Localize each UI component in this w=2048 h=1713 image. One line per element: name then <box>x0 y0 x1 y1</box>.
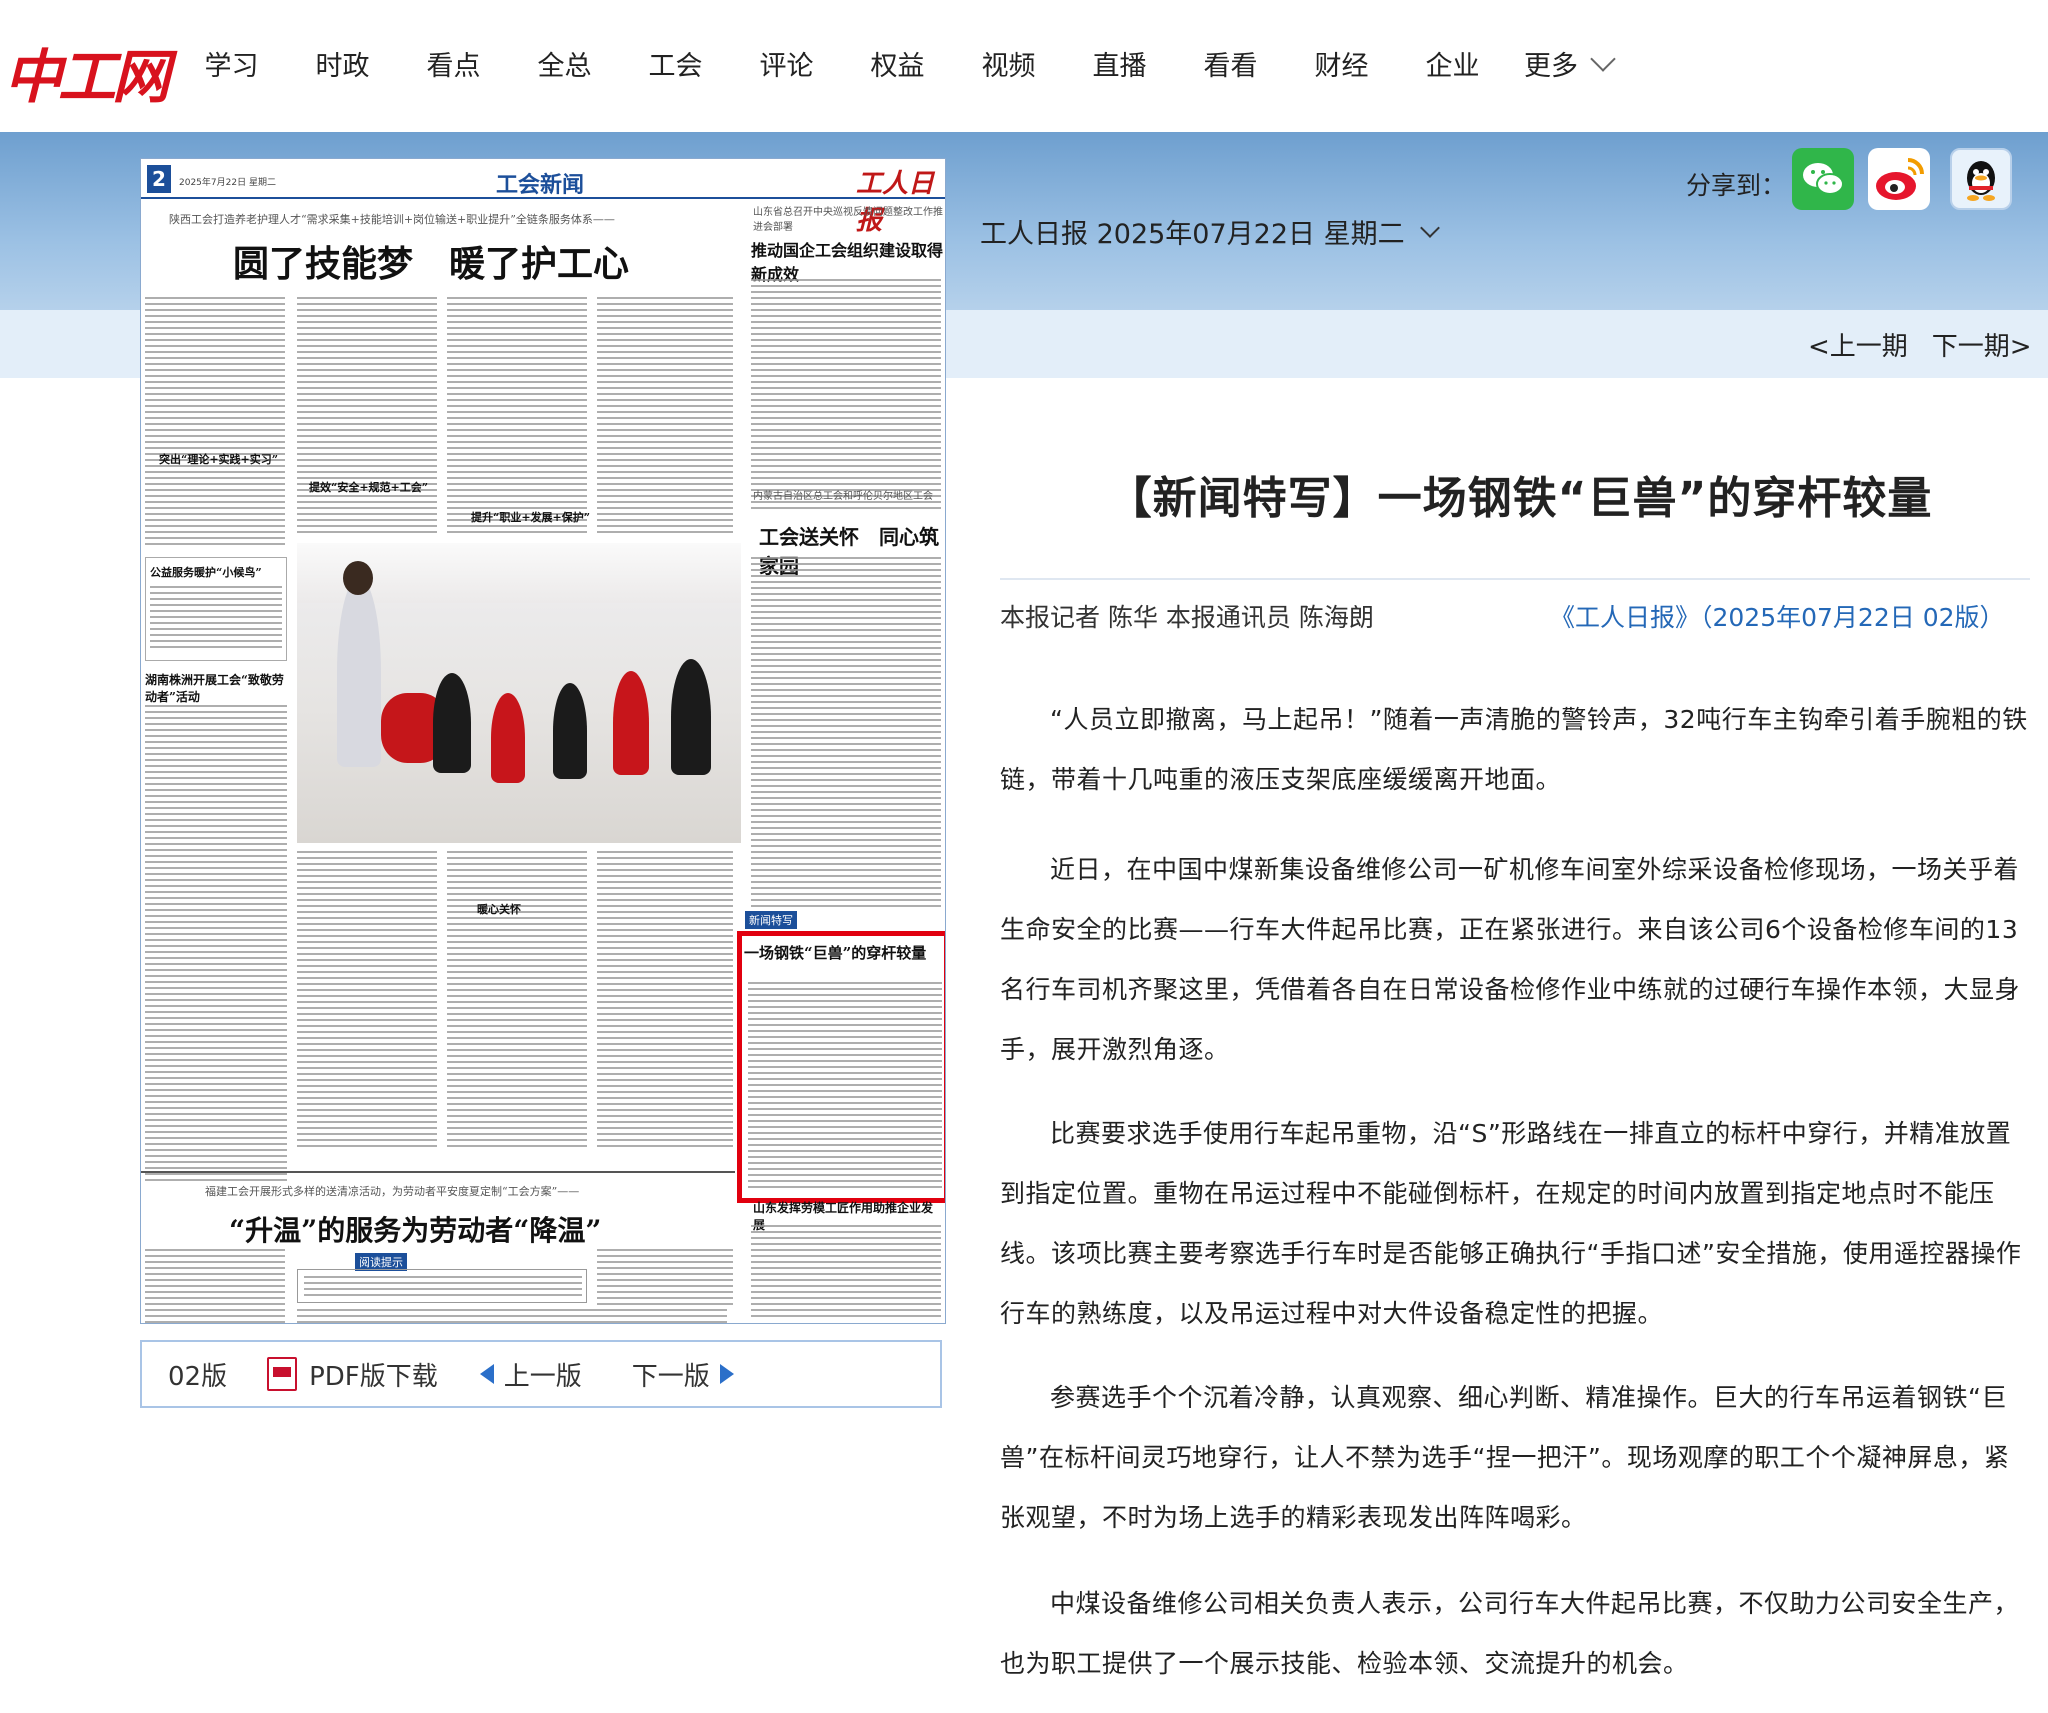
nav-more-button[interactable]: 更多 <box>1508 44 1628 83</box>
edition-label: 02版 <box>168 1361 228 1392</box>
title-divider <box>1000 578 2030 580</box>
np-photo-head <box>343 561 373 595</box>
np-text-block <box>748 982 942 1192</box>
np-photo-child <box>433 673 471 773</box>
nav-item-kankan[interactable]: 看看 <box>1175 44 1286 83</box>
np-divider <box>141 1171 735 1173</box>
newspaper-section: 工会新闻 <box>496 172 585 198</box>
newspaper-header: 2 2025年7月22日 星期二 工会新闻 工人日报 <box>141 159 945 236</box>
np-side-kicker-1: 山东省总召开中央巡视反馈问题整改工作推进会部署 <box>753 207 943 233</box>
np-text-block <box>597 297 733 537</box>
share-label: 分享到： <box>1686 171 1787 200</box>
edition-pager: 02版 PDF版下载 上一版 下一版 <box>140 1340 942 1408</box>
np-box-1[interactable]: 公益服务暖护“小候鸟” <box>145 557 287 661</box>
np-text-block <box>447 297 587 537</box>
next-issue-link[interactable]: 下一期> <box>1932 326 2032 363</box>
issue-date-selector[interactable]: 工人日报 2025年07月22日 星期二 <box>980 212 1440 251</box>
pdf-icon[interactable] <box>267 1357 298 1391</box>
np-text-block <box>751 279 941 509</box>
np-text-block <box>145 1249 285 1323</box>
np-photo-child <box>491 693 525 783</box>
qq-icon[interactable] <box>1950 148 2012 210</box>
nav-menu: 学习 时政 看点 全总 工会 评论 权益 视频 直播 看看 财经 企业 更多 <box>176 44 1628 83</box>
np-text-block <box>145 297 285 547</box>
np-text-block <box>304 1276 582 1296</box>
np-text-block <box>297 1309 727 1323</box>
np-headline-2[interactable]: “升温”的服务为劳动者“降温” <box>229 1209 601 1249</box>
np-headline-1[interactable]: 圆了技能梦 暖了护工心 <box>233 235 629 287</box>
np-box-1-title: 公益服务暖护“小候鸟” <box>150 566 262 579</box>
top-nav: 中工网 学习 时政 看点 全总 工会 评论 权益 视频 直播 看看 财经 企业 … <box>0 0 2048 132</box>
np-kicker-2: 福建工会开展形式多样的送清凉活动，为劳动者平安度夏定制“工会方案”—— <box>205 1185 580 1198</box>
np-side-headline-1[interactable]: 推动国企工会组织建设取得新成效 <box>751 237 945 285</box>
article-paragraph: “人员立即撤离，马上起吊！”随着一声清脆的警铃声，32吨行车主钩牵引着手腕粗的铁… <box>1000 705 2028 794</box>
np-special-highlight-frame[interactable]: 一场钢铁“巨兽”的穿杆较量 <box>737 931 945 1203</box>
article-byline: 本报记者 陈华 本报通讯员 陈海朗 <box>1000 603 1374 632</box>
nav-item-zhibo[interactable]: 直播 <box>1064 44 1175 83</box>
article-source-link[interactable]: 《工人日报》（2025年07月22日 02版） <box>1550 598 2005 634</box>
nav-item-quanyi[interactable]: 权益 <box>842 44 953 83</box>
nav-more-label: 更多 <box>1524 51 1578 82</box>
article-paragraph: 参赛选手个个沉着冷静，认真观察、细心判断、精准操作。巨大的行车吊运着钢铁“巨兽”… <box>1000 1383 2010 1532</box>
np-photo-child <box>671 659 711 775</box>
np-subhead-1: 突出“理论+实践+实习” <box>159 453 279 466</box>
prev-issue-link[interactable]: <上一期 <box>1808 326 1908 363</box>
np-text-block <box>145 705 287 1185</box>
pdf-download-link[interactable]: PDF版下载 <box>309 1356 438 1393</box>
issue-nav: <上一期 下一期> <box>1808 326 2032 363</box>
nav-item-qiye[interactable]: 企业 <box>1397 44 1508 83</box>
np-text-block <box>447 851 587 1151</box>
np-text-block <box>297 297 437 537</box>
np-photo-child <box>553 683 587 779</box>
nav-item-pinglun[interactable]: 评论 <box>731 44 842 83</box>
next-arrow-icon[interactable] <box>719 1364 734 1384</box>
nav-item-gonghui[interactable]: 工会 <box>620 44 731 83</box>
np-box-2-title[interactable]: 湖南株洲开展工会“致敬劳动者”活动 <box>145 671 291 705</box>
np-subhead-2: 提效“安全+规范+工会” <box>309 481 429 494</box>
nav-item-kandian[interactable]: 看点 <box>398 44 509 83</box>
newspaper-page-number: 2 <box>147 165 171 193</box>
newspaper-page[interactable]: 2 2025年7月22日 星期二 工会新闻 工人日报 陕西工会打造养老护理人才“… <box>140 158 946 1324</box>
np-text-block <box>597 851 733 1151</box>
np-kicker-1: 陕西工会打造养老护理人才“需求采集+技能培训+岗位输送+职业提升”全链条服务体系… <box>169 213 615 226</box>
wechat-icon[interactable] <box>1792 148 1854 210</box>
np-photo-children-drums[interactable] <box>297 543 741 843</box>
np-photo-teacher <box>337 577 381 767</box>
article-paragraph: 近日，在中国中煤新集设备维修公司一矿机修车间室外综采设备检修现场，一场关乎着生命… <box>1000 855 2021 1064</box>
np-side-kicker-2: 内蒙古自治区总工会和呼伦贝尔地区工会 <box>753 491 933 502</box>
prev-edition-link[interactable]: 上一版 <box>504 1356 582 1393</box>
np-photo-child <box>613 671 649 775</box>
np-text-block <box>297 851 437 1151</box>
np-special-headline: 一场钢铁“巨兽”的穿杆较量 <box>744 944 927 962</box>
article-paragraph: 比赛要求选手使用行车起吊重物，沿“S”形路线在一排直立的标杆中穿行，并精准放置到… <box>1000 1119 2022 1328</box>
np-special-label: 新闻特写 <box>745 911 797 929</box>
nav-item-xuexi[interactable]: 学习 <box>176 44 287 83</box>
nav-item-shizheng[interactable]: 时政 <box>287 44 398 83</box>
np-text-block <box>751 557 941 907</box>
np-text-block <box>150 586 282 652</box>
weibo-icon[interactable] <box>1868 148 1930 210</box>
chevron-down-icon <box>1419 217 1440 238</box>
nav-item-quanzong[interactable]: 全总 <box>509 44 620 83</box>
chevron-down-icon <box>1590 45 1616 72</box>
np-reading-tip-box <box>297 1269 587 1303</box>
article-paragraph: 中煤设备维修公司相关负责人表示，公司行车大件起吊比赛，不仅助力公司安全生产，也为… <box>1000 1589 2020 1678</box>
np-subhead-3: 提升“职业+发展+保护” <box>471 511 591 524</box>
prev-arrow-icon[interactable] <box>479 1364 494 1384</box>
nav-item-shipin[interactable]: 视频 <box>953 44 1064 83</box>
newspaper-date: 2025年7月22日 星期二 <box>179 178 276 188</box>
issue-date-label: 工人日报 2025年07月22日 星期二 <box>980 219 1405 250</box>
site-logo[interactable]: 中工网 <box>4 30 170 114</box>
np-text-block <box>751 1225 941 1321</box>
nav-item-caijing[interactable]: 财经 <box>1286 44 1397 83</box>
next-edition-link[interactable]: 下一版 <box>632 1356 710 1393</box>
np-text-block <box>597 1249 733 1309</box>
np-subhead-4: 暖心关怀 <box>477 903 521 916</box>
article-title: 【新闻特写】一场钢铁“巨兽”的穿杆较量 <box>1107 473 1933 524</box>
